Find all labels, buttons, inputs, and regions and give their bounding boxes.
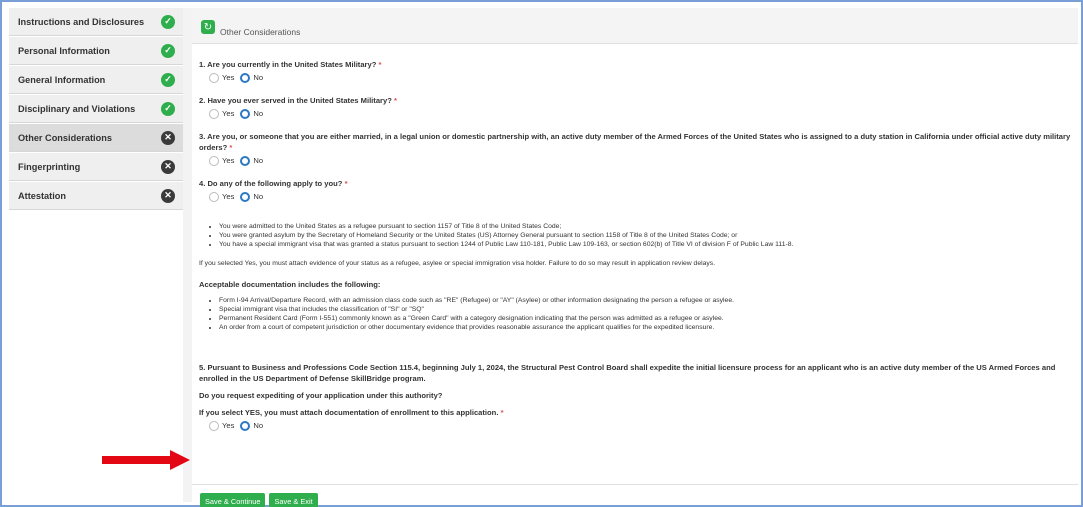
- sidebar-item-personal-information[interactable]: Personal Information ✓: [9, 37, 183, 65]
- sidebar-item-instructions[interactable]: Instructions and Disclosures ✓: [9, 8, 183, 36]
- sidebar-nav: Instructions and Disclosures ✓ Personal …: [9, 8, 183, 210]
- radio-no-label: No: [253, 156, 264, 165]
- sidebar-item-label: Disciplinary and Violations: [18, 103, 136, 114]
- list-item: Permanent Resident Card (Form I-551) com…: [219, 314, 1078, 323]
- radio-group: Yes No: [209, 108, 1078, 119]
- radio-yes-label: Yes: [222, 73, 235, 82]
- radio-no-label: No: [253, 192, 264, 201]
- radio-no[interactable]: [240, 108, 251, 119]
- radio-yes-label: Yes: [222, 109, 235, 118]
- list-item: You were granted asylum by the Secretary…: [219, 231, 1078, 240]
- sidebar-item-other-considerations[interactable]: Other Considerations ✕: [9, 124, 183, 152]
- x-icon: ✕: [161, 130, 175, 145]
- main-panel: ↻ Other Considerations 1. Are you curren…: [192, 8, 1078, 507]
- form-content: 1. Are you currently in the United State…: [192, 44, 1078, 431]
- radio-group: Yes No: [209, 155, 1078, 166]
- question-1: 1. Are you currently in the United State…: [199, 59, 1078, 83]
- sidebar-item-disciplinary[interactable]: Disciplinary and Violations ✓: [9, 95, 183, 123]
- list-item: You were admitted to the United States a…: [219, 222, 1078, 231]
- refugee-note: If you selected Yes, you must attach evi…: [199, 260, 716, 267]
- list-item: Form I-94 Arrival/Departure Record, with…: [219, 296, 1078, 305]
- refresh-icon: ↻: [201, 20, 215, 34]
- sidebar-gutter: [183, 8, 192, 502]
- radio-yes-label: Yes: [222, 192, 235, 201]
- question-sub-label: Do you request expediting of your applic…: [199, 391, 443, 400]
- documentation-list: Form I-94 Arrival/Departure Record, with…: [219, 296, 1078, 332]
- radio-yes[interactable]: [209, 108, 219, 119]
- radio-no[interactable]: [240, 420, 251, 431]
- radio-no-label: No: [253, 109, 264, 118]
- radio-group: Yes No: [209, 191, 1078, 202]
- check-icon: ✓: [161, 72, 175, 87]
- sidebar-item-fingerprinting[interactable]: Fingerprinting ✕: [9, 153, 183, 181]
- list-item: Special immigrant visa that includes the…: [219, 305, 1078, 314]
- sidebar-item-label: Personal Information: [18, 45, 110, 56]
- radio-no[interactable]: [240, 155, 251, 166]
- list-item: An order from a court of competent juris…: [219, 323, 1078, 332]
- question-sub-label: If you select YES, you must attach docum…: [199, 408, 504, 417]
- sidebar-item-label: Other Considerations: [18, 132, 112, 143]
- radio-yes[interactable]: [209, 191, 219, 202]
- x-icon: ✕: [161, 188, 175, 203]
- question-label: 4. Do any of the following apply to you?…: [199, 179, 348, 188]
- question-4: 4. Do any of the following apply to you?…: [199, 178, 1078, 202]
- sidebar-item-attestation[interactable]: Attestation ✕: [9, 182, 183, 210]
- sidebar-item-general-information[interactable]: General Information ✓: [9, 66, 183, 94]
- question-2: 2. Have you ever served in the United St…: [199, 95, 1078, 119]
- arrow-icon: [102, 450, 190, 470]
- radio-yes[interactable]: [209, 155, 219, 166]
- check-icon: ✓: [161, 101, 175, 116]
- list-item: You have a special immigrant visa that w…: [219, 240, 1078, 249]
- sidebar-item-label: Fingerprinting: [18, 161, 81, 172]
- radio-group: Yes No: [209, 72, 1078, 83]
- question-3: 3. Are you, or someone that you are eith…: [199, 131, 1078, 166]
- form-footer: Save & Continue Save & Exit: [192, 484, 1078, 507]
- sidebar-item-label: Instructions and Disclosures: [18, 16, 145, 27]
- radio-yes[interactable]: [209, 72, 219, 83]
- section-header: ↻ Other Considerations: [192, 8, 1078, 44]
- question-5: 5. Pursuant to Business and Professions …: [199, 362, 1078, 431]
- question-label: 5. Pursuant to Business and Professions …: [199, 363, 1056, 383]
- refugee-criteria-list: You were admitted to the United States a…: [219, 222, 1078, 249]
- question-label: 3. Are you, or someone that you are eith…: [199, 132, 1071, 152]
- radio-no-label: No: [253, 421, 264, 430]
- save-exit-button[interactable]: Save & Exit: [269, 493, 318, 507]
- section-title: Other Considerations: [220, 27, 301, 37]
- radio-yes[interactable]: [209, 420, 219, 431]
- radio-no[interactable]: [240, 72, 251, 83]
- documentation-heading: Acceptable documentation includes the fo…: [199, 280, 381, 289]
- sidebar-item-label: General Information: [18, 74, 106, 85]
- sidebar-item-label: Attestation: [18, 190, 66, 201]
- radio-yes-label: Yes: [222, 421, 235, 430]
- check-icon: ✓: [161, 14, 175, 29]
- radio-group: Yes No: [209, 420, 1078, 431]
- radio-yes-label: Yes: [222, 156, 235, 165]
- x-icon: ✕: [161, 159, 175, 174]
- question-label: 1. Are you currently in the United State…: [199, 60, 382, 69]
- question-label: 2. Have you ever served in the United St…: [199, 96, 397, 105]
- radio-no-label: No: [253, 73, 264, 82]
- radio-no[interactable]: [240, 191, 251, 202]
- save-continue-button[interactable]: Save & Continue: [200, 493, 266, 507]
- check-icon: ✓: [161, 43, 175, 58]
